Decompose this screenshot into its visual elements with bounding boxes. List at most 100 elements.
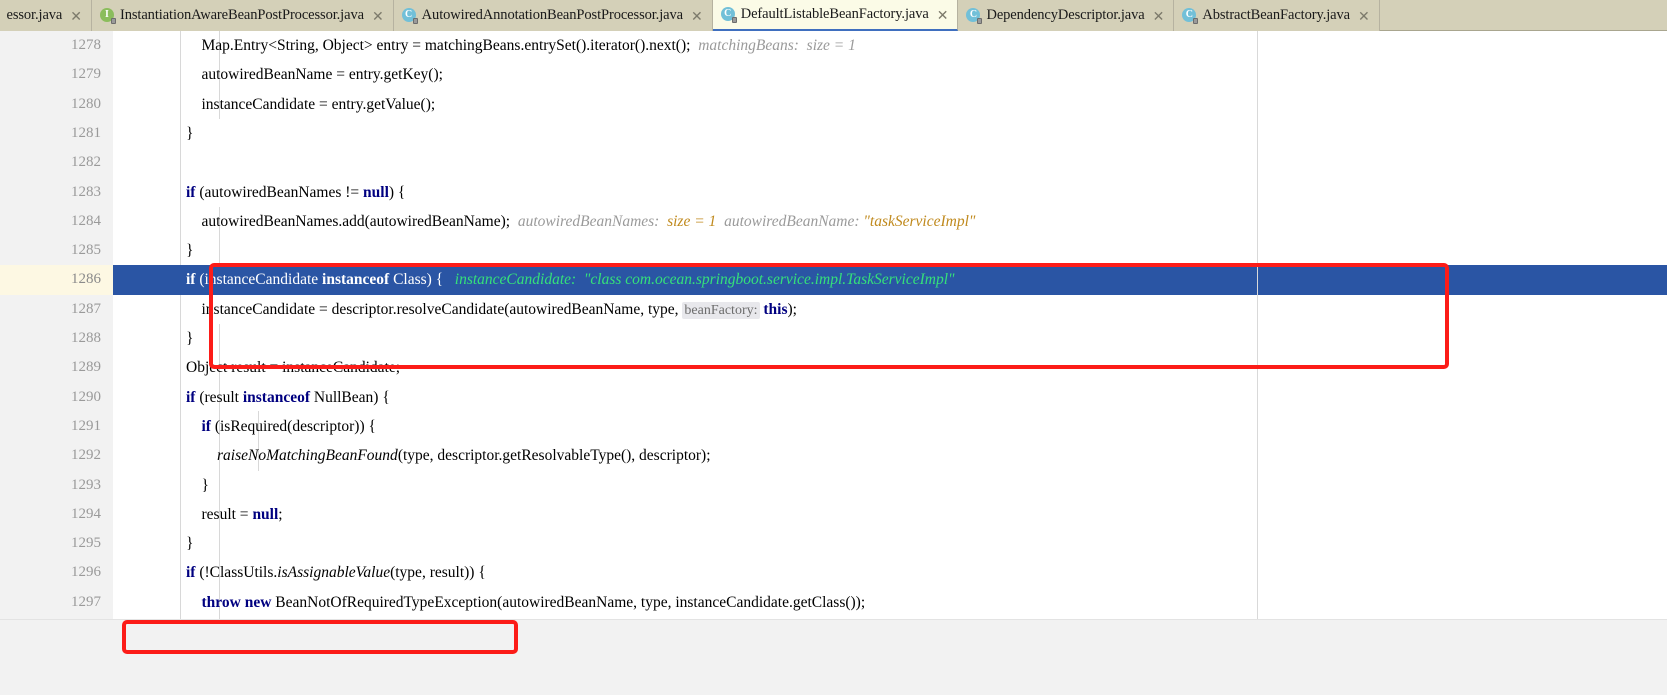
- code-keyword: instanceof: [242, 388, 310, 406]
- code-keyword: this: [759, 300, 788, 318]
- code-text: (type, descriptor.getResolvableType(), d…: [397, 447, 711, 465]
- inline-debug-hint-name: autowiredBeanName:: [724, 212, 860, 230]
- code-text: Object result = instanceCandidate;: [124, 359, 401, 377]
- code-text: }: [124, 476, 209, 494]
- line-number: 1292: [71, 447, 101, 464]
- line-number: 1285: [71, 242, 101, 259]
- close-icon[interactable]: ✕: [372, 9, 384, 23]
- code-line-1288[interactable]: }: [124, 324, 1667, 353]
- code-text: ) {: [388, 183, 406, 201]
- lock-badge-icon: [977, 18, 983, 24]
- code-line-1286-selected[interactable]: if (instanceCandidate instanceof Class) …: [124, 265, 1667, 295]
- tab-abstractbeanfactory-java[interactable]: C AbstractBeanFactory.java ✕: [1174, 0, 1380, 31]
- code-keyword: if: [124, 183, 196, 201]
- code-text: result =: [124, 505, 253, 523]
- line-number-gutter[interactable]: 1278 1279 1280 1281 1282 1283 1284 1285 …: [0, 31, 113, 619]
- code-text: Class) {: [389, 271, 444, 289]
- tab-label: DependencyDescriptor.java: [986, 7, 1145, 23]
- close-icon[interactable]: ✕: [1358, 9, 1370, 23]
- line-number: 1296: [71, 564, 101, 581]
- code-text: }: [124, 242, 194, 260]
- class-icon: C: [401, 8, 418, 24]
- code-line-1295[interactable]: }: [124, 529, 1667, 558]
- line-number: 1279: [71, 66, 101, 83]
- code-line-1294[interactable]: result = null;: [124, 500, 1667, 529]
- code-line-1293[interactable]: }: [124, 471, 1667, 500]
- code-keyword: instanceof: [322, 271, 390, 289]
- lock-badge-icon: [412, 18, 418, 24]
- line-number: 1278: [71, 37, 101, 53]
- line-number: 1281: [71, 124, 101, 141]
- inline-debug-hint-size: size = 1: [667, 212, 717, 230]
- code-keyword: null: [252, 505, 279, 523]
- class-icon: C: [720, 7, 737, 23]
- line-number: 1293: [71, 476, 101, 493]
- code-text: }: [124, 535, 194, 553]
- code-text: instanceCandidate = descriptor.resolveCa…: [124, 300, 683, 318]
- code-line-1289[interactable]: Object result = instanceCandidate;: [124, 353, 1667, 382]
- code-method-name: raiseNoMatchingBeanFound: [124, 447, 398, 465]
- close-icon[interactable]: ✕: [70, 9, 82, 23]
- code-line-1278[interactable]: Map.Entry<String, Object> entry = matchi…: [124, 31, 1667, 60]
- code-text: autowiredBeanName = entry.getKey();: [124, 66, 443, 84]
- ide-window: essor.java ✕ I InstantiationAwareBeanPos…: [0, 0, 1667, 695]
- code-line-1297[interactable]: throw new BeanNotOfRequiredTypeException…: [124, 588, 1667, 617]
- close-icon[interactable]: ✕: [937, 8, 949, 22]
- code-line-1279[interactable]: autowiredBeanName = entry.getKey();: [124, 60, 1667, 89]
- code-text: BeanNotOfRequiredTypeException(autowired…: [271, 593, 866, 611]
- code-text: );: [787, 300, 797, 318]
- code-text: (instanceCandidate: [195, 271, 323, 289]
- tab-instantiationawarebeanpostprocessor-java[interactable]: I InstantiationAwareBeanPostProcessor.ja…: [92, 0, 394, 31]
- code-text: (isRequired(descriptor)) {: [210, 417, 376, 435]
- code-line-1287[interactable]: instanceCandidate = descriptor.resolveCa…: [124, 295, 1667, 324]
- tab-label: AbstractBeanFactory.java: [1202, 7, 1350, 23]
- code-text: autowiredBeanNames.add(autowiredBeanName…: [124, 212, 511, 230]
- close-icon[interactable]: ✕: [691, 9, 703, 23]
- parameter-hint: beanFactory:: [682, 301, 760, 319]
- code-text: ;: [278, 505, 283, 523]
- tab-defaultlistablebeanfactory-java[interactable]: C DefaultListableBeanFactory.java ✕: [712, 0, 959, 31]
- code-line-1284[interactable]: autowiredBeanNames.add(autowiredBeanName…: [124, 207, 1667, 236]
- code-keyword: if: [124, 271, 196, 289]
- code-line-1282[interactable]: [124, 148, 1667, 177]
- inline-debug-hint-name: autowiredBeanNames:: [517, 212, 660, 230]
- code-text: (result: [195, 388, 243, 406]
- code-text: (type, result)) {: [390, 564, 486, 582]
- tab-essor-java[interactable]: essor.java ✕: [0, 0, 92, 31]
- code-editor[interactable]: 1278 1279 1280 1281 1282 1283 1284 1285 …: [0, 31, 1667, 619]
- tab-dependencydescriptor-java[interactable]: C DependencyDescriptor.java ✕: [958, 0, 1175, 31]
- code-line-1296[interactable]: if (!ClassUtils.isAssignableValue(type, …: [124, 558, 1667, 587]
- line-number: 1295: [71, 535, 101, 552]
- line-number: 1297: [71, 593, 101, 610]
- code-text: }: [124, 330, 194, 347]
- line-number: 1294: [71, 505, 101, 522]
- folding-gutter[interactable]: [113, 31, 124, 619]
- lock-badge-icon: [731, 17, 737, 23]
- tab-autowiredannotationbeanpostprocessor-java[interactable]: C AutowiredAnnotationBeanPostProcessor.j…: [393, 0, 713, 31]
- class-icon: C: [1182, 8, 1199, 24]
- code-content[interactable]: Map.Entry<String, Object> entry = matchi…: [124, 31, 1667, 619]
- right-margin-guide: [1257, 31, 1258, 619]
- selected-line-marker: [113, 265, 124, 295]
- line-number: 1289: [71, 359, 101, 376]
- line-number: 1291: [71, 417, 101, 434]
- line-number-current: 1286: [0, 265, 113, 295]
- code-keyword: if: [124, 417, 211, 435]
- code-line-1291[interactable]: if (isRequired(descriptor)) {: [124, 412, 1667, 441]
- code-line-1292[interactable]: raiseNoMatchingBeanFound(type, descripto…: [124, 441, 1667, 470]
- lock-badge-icon: [1193, 18, 1199, 24]
- line-number: 1288: [71, 330, 101, 346]
- code-line-1283[interactable]: if (autowiredBeanNames != null) {: [124, 178, 1667, 207]
- lock-badge-icon: [111, 18, 116, 24]
- line-number: 1284: [71, 212, 101, 229]
- tab-label: DefaultListableBeanFactory.java: [740, 6, 929, 22]
- tab-label: InstantiationAwareBeanPostProcessor.java: [120, 7, 364, 23]
- code-text: NullBean) {: [310, 388, 390, 406]
- close-icon[interactable]: ✕: [1153, 9, 1165, 23]
- code-method-name: isAssignableValue: [277, 564, 391, 582]
- code-line-1280[interactable]: instanceCandidate = entry.getValue();: [124, 90, 1667, 119]
- inline-debug-hint: matchingBeans: size = 1: [698, 37, 856, 54]
- code-line-1285[interactable]: }: [124, 236, 1667, 265]
- code-line-1290[interactable]: if (result instanceof NullBean) {: [124, 383, 1667, 412]
- code-line-1281[interactable]: }: [124, 119, 1667, 148]
